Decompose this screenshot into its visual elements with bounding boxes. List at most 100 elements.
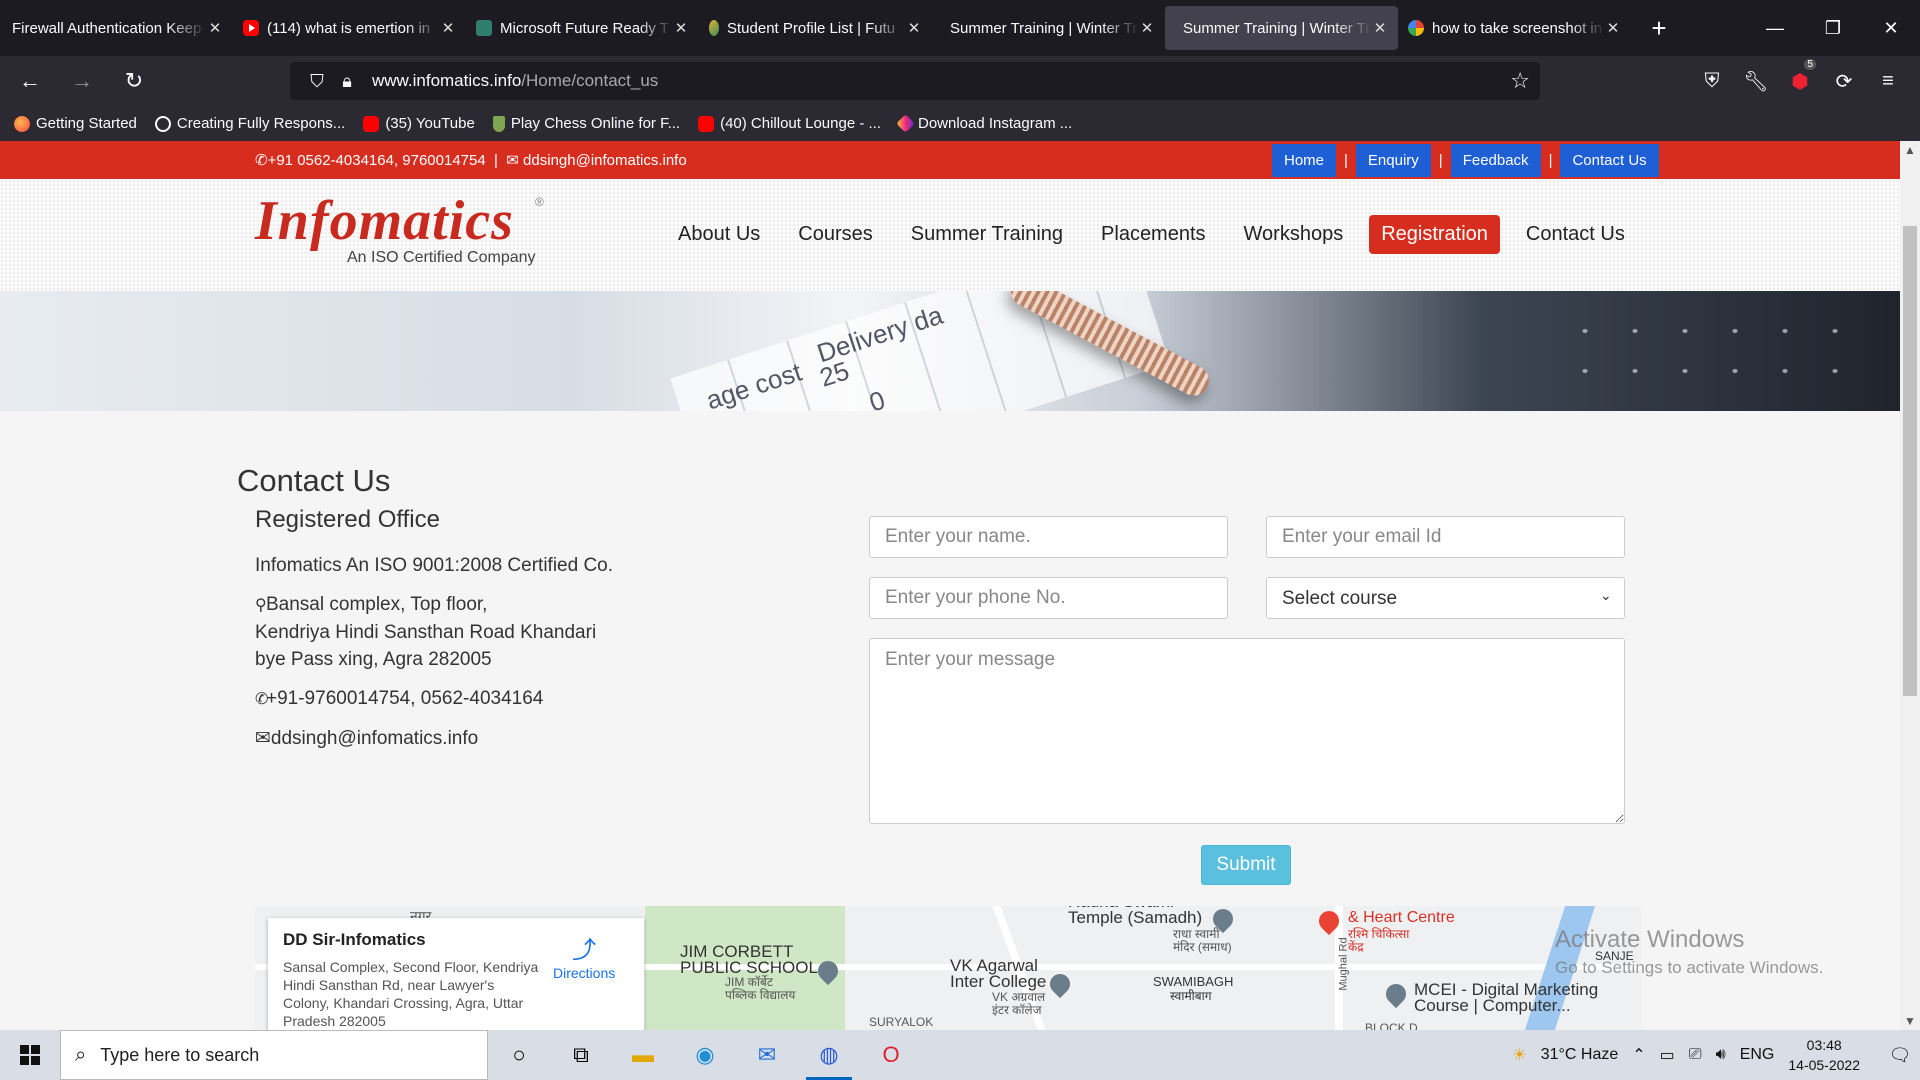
top-link-home[interactable]: Home: [1272, 144, 1337, 177]
map-label: VK Agarwal Inter College: [950, 956, 1047, 991]
nav-workshops[interactable]: Workshops: [1232, 215, 1356, 254]
forward-button[interactable]: →: [60, 61, 104, 101]
weather-text[interactable]: 31°C Haze: [1541, 1046, 1619, 1064]
ublock-icon[interactable]: ⬢ 5: [1778, 58, 1822, 94]
map-pin-icon[interactable]: [1381, 979, 1411, 1009]
close-icon[interactable]: ✕: [1139, 19, 1155, 37]
url-text[interactable]: www.infomatics.info/Home/contact_us: [372, 71, 658, 91]
top-links: Home | Enquiry | Feedback | Contact Us: [1272, 144, 1659, 177]
top-link-enquiry[interactable]: Enquiry: [1355, 144, 1431, 177]
back-button[interactable]: ←: [8, 61, 52, 101]
site-header: Infomatics ® An ISO Certified Company Ab…: [0, 179, 1900, 291]
scrollbar-thumb[interactable]: [1903, 226, 1917, 696]
browser-tab[interactable]: Firewall Authentication Keep ✕: [0, 6, 233, 50]
directions-button[interactable]: ⤴ Directions: [553, 930, 615, 981]
site-logo[interactable]: Infomatics ® An ISO Certified Company: [255, 189, 555, 269]
future-ready-icon: [709, 20, 719, 36]
chevron-down-icon: ⌄: [1600, 587, 1612, 603]
chevron-up-icon[interactable]: ⌃: [1632, 1045, 1645, 1065]
tab-title: Firewall Authentication Keep: [12, 19, 202, 37]
address-line: bye Pass xing, Agra 282005: [255, 649, 492, 670]
url-bar[interactable]: ⛉ 🔒︎ www.infomatics.info/Home/contact_us…: [290, 62, 1540, 100]
close-icon[interactable]: ✕: [1605, 19, 1621, 37]
nav-about-us[interactable]: About Us: [666, 215, 772, 254]
map-place-card: DD Sir-Infomatics Sansal Complex, Second…: [268, 918, 644, 1030]
browser-tab[interactable]: Microsoft Future Ready T ✕: [466, 6, 699, 50]
message-input[interactable]: [869, 638, 1625, 824]
close-icon[interactable]: ✕: [673, 19, 689, 37]
wrench-icon[interactable]: 🔧︎: [1734, 69, 1778, 94]
email-input[interactable]: [1266, 516, 1625, 558]
browser-tab[interactable]: how to take screenshot in ✕: [1398, 6, 1631, 50]
globe-icon: [154, 115, 171, 132]
office-heading: Registered Office: [255, 506, 440, 533]
bookmark-item[interactable]: (35) YouTube: [363, 115, 475, 132]
new-tab-button[interactable]: +: [1639, 13, 1679, 44]
top-link-feedback[interactable]: Feedback: [1450, 144, 1541, 177]
browser-tab-active[interactable]: Summer Training | Winter Tra ✕: [1165, 6, 1398, 50]
close-window-button[interactable]: ✕: [1862, 0, 1920, 56]
language-indicator[interactable]: ENG: [1740, 1046, 1775, 1064]
bookmark-item[interactable]: Getting Started: [14, 115, 137, 132]
google-map[interactable]: नगर JIM CORBETT PUBLIC SCHOOL JIM कॉर्बे…: [255, 906, 1641, 1030]
nav-placements[interactable]: Placements: [1089, 215, 1218, 254]
google-icon: [1408, 20, 1424, 36]
close-icon[interactable]: ✕: [1372, 19, 1388, 37]
pocket-icon[interactable]: ⛨: [1690, 70, 1734, 93]
close-icon[interactable]: ✕: [906, 19, 922, 37]
map-pin-icon[interactable]: [1045, 969, 1075, 999]
cortana-icon[interactable]: ○: [488, 1030, 550, 1080]
close-icon[interactable]: ✕: [207, 19, 223, 37]
nav-registration[interactable]: Registration: [1369, 215, 1500, 254]
bookmark-item[interactable]: Play Chess Online for F...: [492, 115, 680, 132]
bookmark-item[interactable]: (40) Chillout Lounge - ...: [698, 115, 881, 132]
office-email: ✉ddsingh@infomatics.info: [255, 725, 613, 752]
browser-tab[interactable]: (114) what is emertion in ✕: [233, 6, 466, 50]
restore-button[interactable]: ❐: [1804, 0, 1862, 56]
lock-icon[interactable]: 🔒︎: [332, 71, 362, 92]
browser-tab[interactable]: Summer Training | Winter Tra ✕: [932, 6, 1165, 50]
bookmark-star-icon[interactable]: ☆: [1510, 68, 1530, 94]
minimize-button[interactable]: —: [1746, 0, 1804, 56]
network-icon[interactable]: ⎚: [1689, 1046, 1702, 1064]
taskbar-search[interactable]: ⌕ Type here to search: [60, 1030, 488, 1080]
bookmark-item[interactable]: Creating Fully Respons...: [154, 115, 345, 132]
firefox-icon[interactable]: ◍: [798, 1030, 860, 1080]
sync-icon[interactable]: ⟳: [1822, 69, 1866, 94]
opera-icon[interactable]: O: [860, 1030, 922, 1080]
bookmark-item[interactable]: Download Instagram ...: [896, 114, 1072, 133]
close-icon[interactable]: ✕: [440, 19, 456, 37]
scroll-down-icon[interactable]: ▼: [1900, 1014, 1920, 1028]
top-link-contact[interactable]: Contact Us: [1560, 144, 1659, 177]
clock-date: 14-05-2022: [1788, 1057, 1860, 1073]
menu-icon[interactable]: ≡: [1866, 70, 1910, 93]
browser-tab[interactable]: Student Profile List | Futu ✕: [699, 6, 932, 50]
nav-contact-us[interactable]: Contact Us: [1514, 215, 1637, 254]
map-label: स्वामीबाग: [1170, 989, 1212, 1003]
page-scrollbar[interactable]: ▲ ▼: [1900, 141, 1920, 1030]
clock[interactable]: 03:48 14-05-2022: [1788, 1035, 1860, 1075]
phone-input[interactable]: [869, 577, 1228, 619]
search-icon: ⌕: [75, 1043, 87, 1066]
nav-summer-training[interactable]: Summer Training: [899, 215, 1075, 254]
battery-icon[interactable]: ▭: [1660, 1045, 1675, 1065]
weather-icon[interactable]: ☀: [1512, 1045, 1526, 1065]
file-explorer-icon[interactable]: ▬: [612, 1030, 674, 1080]
notification-icon[interactable]: 🗨︎: [1880, 1030, 1920, 1080]
name-input[interactable]: [869, 516, 1228, 558]
nav-courses[interactable]: Courses: [786, 215, 884, 254]
shield-icon[interactable]: ⛉: [302, 71, 332, 92]
edge-icon[interactable]: ◉: [674, 1030, 736, 1080]
task-view-icon[interactable]: ⧉: [550, 1030, 612, 1080]
top-contact-info: ✆+91 0562-4034164, 9760014754 | ✉ ddsing…: [255, 152, 687, 169]
start-button[interactable]: [0, 1030, 60, 1080]
office-email-text[interactable]: ddsingh@infomatics.info: [271, 728, 478, 749]
course-select[interactable]: Select course: [1266, 577, 1625, 619]
scroll-up-icon[interactable]: ▲: [1900, 143, 1920, 157]
submit-button[interactable]: Submit: [1201, 845, 1291, 885]
volume-icon[interactable]: 🔊︎: [1716, 1046, 1726, 1064]
office-company: Infomatics An ISO 9001:2008 Certified Co…: [255, 555, 614, 576]
top-email[interactable]: ddsingh@infomatics.info: [523, 152, 687, 169]
reload-button[interactable]: ↻: [112, 61, 156, 101]
mail-icon[interactable]: ✉: [736, 1030, 798, 1080]
